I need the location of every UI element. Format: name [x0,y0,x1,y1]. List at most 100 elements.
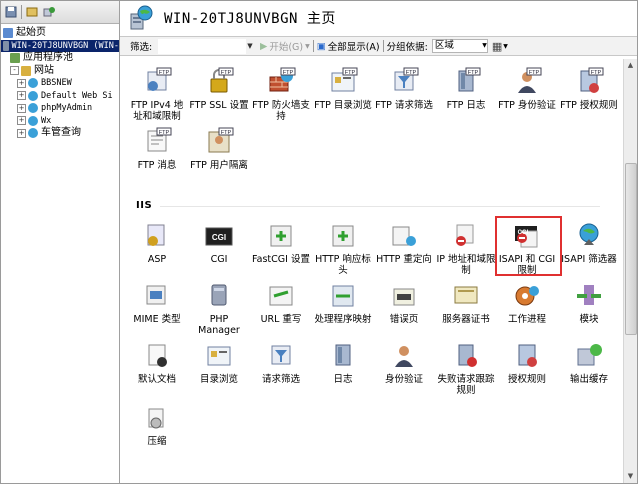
tree-node-label: 车管查询 [41,127,81,138]
group-by-label: 分组依据: [386,42,428,53]
filter-start-button[interactable]: ▶ 开始(G) ▼ [260,39,310,54]
feature-tile-label: FastCGI 设置 [252,254,310,265]
expand-icon[interactable]: + [17,103,26,113]
fastcgi-icon [270,225,292,247]
feature-tile-label: 请求筛选 [261,374,300,385]
sites-folder-icon [21,65,31,76]
url-rewrite-icon [269,286,293,306]
section-divider [160,206,600,207]
tree-node[interactable]: + BBSNEW [1,77,119,90]
tree-node[interactable]: 应用程序池 [1,52,119,65]
scroll-down-icon[interactable]: ▼ [624,470,637,483]
feature-tile[interactable]: 模块 [558,281,620,325]
feature-tile[interactable]: FTP FTP IPv4 地址和域限制 [126,67,188,122]
feature-tile[interactable]: 服务器证书 [435,281,497,325]
tree-node[interactable]: + Default Web Si [1,90,119,103]
expand-icon[interactable]: + [17,78,26,88]
tree-node[interactable]: - 网站 [1,65,119,78]
feature-tile[interactable]: 处理程序映射 [312,281,374,325]
filter-input[interactable] [158,38,246,54]
feature-tile[interactable]: HTTP 响应标头 [312,221,374,276]
expand-icon[interactable]: + [17,91,26,101]
feature-tile[interactable]: ISAPI 筛选器 [558,221,620,265]
tree-node[interactable]: WIN-20TJ8UNVBGN (WIN- [1,39,119,52]
svg-text:FTP: FTP [159,70,170,76]
feature-tile-label: HTTP 重定向 [376,254,432,265]
feature-tile[interactable]: 身份验证 [373,341,435,385]
feature-tile-label: 模块 [579,314,599,325]
feature-tile[interactable]: FTP FTP 用户隔离 [188,127,250,171]
view-mode-button[interactable]: ▦ ▼ [492,40,508,53]
scrollbar-thumb[interactable] [625,163,637,335]
feature-tile-label: FTP 消息 [137,160,177,171]
feature-tile[interactable]: FTP FTP SSL 设置 [188,67,250,111]
feature-tile[interactable]: FTP FTP 日志 [435,67,497,111]
error-pages-icon [393,288,415,306]
group-by-select[interactable]: 区域 ▼ [431,39,488,53]
save-connections-icon[interactable] [4,5,18,19]
up-level-icon[interactable] [25,5,39,19]
feature-tile[interactable]: FastCGI 设置 [250,221,312,265]
feature-tile-label: FTP 授权规则 [560,100,618,111]
feature-tile[interactable]: PHP Manager [188,281,250,336]
feature-tile[interactable]: 错误页 [373,281,435,325]
svg-text:FTP: FTP [529,70,540,76]
feature-tile[interactable]: 目录浏览 [188,341,250,385]
feature-tile-label: URL 重写 [260,314,302,325]
feature-tile-label: IP 地址和域限制 [436,254,496,276]
feature-tile[interactable]: URL 重写 [250,281,312,325]
feature-tile[interactable]: FTP FTP 防火墙支持 [250,67,312,122]
show-all-icon: ▣ [316,40,326,52]
feature-tile-label: 输出缓存 [569,374,608,385]
tree-node-label: 应用程序池 [23,52,73,63]
feature-tile-label: CGI [210,254,228,265]
ftp-message-icon: FTP [147,127,172,152]
show-all-button[interactable]: ▣ 全部显示(A) [316,39,380,54]
feature-tile[interactable]: HTTP 重定向 [373,221,435,265]
feature-tile[interactable]: FTP FTP 消息 [126,127,188,171]
filter-dropdown-icon[interactable]: ▼ [246,40,254,53]
tree-node-label: Default Web Si [41,90,113,101]
feature-tile[interactable]: FTP FTP 目录浏览 [312,67,374,111]
tree-node[interactable]: 起始页 [1,27,119,40]
feature-tile[interactable]: FTP FTP 授权规则 [558,67,620,111]
default-document-icon [148,344,167,367]
expand-icon[interactable]: + [17,116,26,126]
tree-node-label: Wx [41,115,52,126]
feature-tile[interactable]: 失败请求跟踪规则 [435,341,497,396]
feature-tile[interactable]: 输出缓存 [558,341,620,385]
vertical-scrollbar[interactable]: ▲ ▼ [623,59,637,483]
expand-icon[interactable]: + [17,128,26,138]
scroll-up-icon[interactable]: ▲ [624,59,637,72]
feature-tile[interactable]: FTP FTP 请求筛选 [373,67,435,111]
isapi-filters-icon [579,223,599,245]
connect-icon[interactable] [42,5,56,19]
feature-tile[interactable]: 请求筛选 [250,341,312,385]
feature-tile[interactable]: CGI ISAPI 和 CGI 限制 [496,221,558,276]
feature-tile-label: ISAPI 和 CGI 限制 [498,254,556,276]
view-grid-icon: ▦ [491,39,503,53]
feature-tile[interactable]: CGI CGI [188,221,250,265]
feature-tile[interactable]: 默认文档 [126,341,188,385]
feature-tile[interactable]: MIME 类型 [126,281,188,325]
connections-toolbar [1,1,119,24]
feature-tile[interactable]: IP 地址和域限制 [435,221,497,276]
iis-manager-window: 起始页 WIN-20TJ8UNVBGN (WIN- 应用程序池 - 网站 + BBSNEW +… [0,0,638,484]
feature-tile[interactable]: 工作进程 [496,281,558,325]
page-header: WIN-20TJ8UNVBGN 主页 [120,1,637,35]
svg-text:CGI: CGI [518,230,529,236]
collapse-icon[interactable]: - [10,66,19,76]
feature-tile[interactable]: 日志 [312,341,374,385]
svg-text:FTP: FTP [468,70,479,76]
feature-tile-label: FTP 身份验证 [498,100,556,111]
tree-node[interactable]: + phpMyAdmin [1,102,119,115]
feature-tile[interactable]: 授权规则 [496,341,558,385]
tree-node-label: phpMyAdmin [41,103,93,113]
tree-node-label: 起始页 [16,27,46,38]
chevron-down-icon: ▼ [305,42,310,50]
tree-node[interactable]: + Wx [1,115,119,128]
tree-node[interactable]: + 车管查询 [1,127,119,140]
feature-tile[interactable]: FTP FTP 身份验证 [496,67,558,111]
feature-tile[interactable]: 压缩 [126,403,188,447]
feature-tile[interactable]: ASP [126,221,188,265]
